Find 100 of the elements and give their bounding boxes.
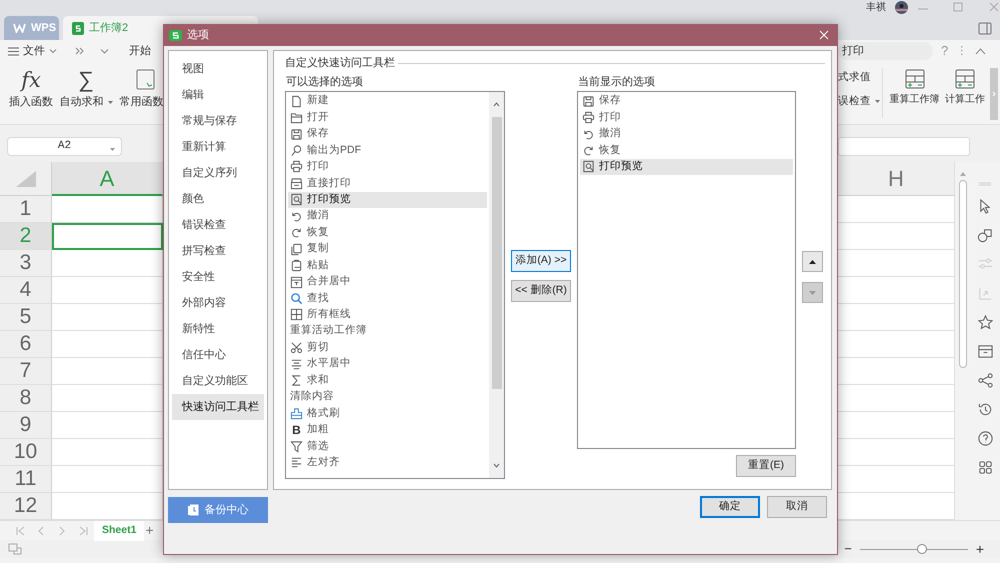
remove-button[interactable]: << 删除(R) xyxy=(511,280,571,302)
ribbon-button[interactable]: 重算工作簿 xyxy=(887,62,942,124)
grid-cell[interactable] xyxy=(52,277,163,304)
list-item[interactable]: 查找 xyxy=(288,290,487,307)
grid-cell[interactable] xyxy=(838,466,955,493)
row-header[interactable]: 3 xyxy=(0,250,52,277)
ribbon-tab[interactable]: 开始 xyxy=(129,42,151,60)
grid-cell[interactable] xyxy=(838,304,955,331)
scroll-thumb[interactable] xyxy=(492,116,502,388)
row-header[interactable]: 7 xyxy=(0,358,52,385)
column-header[interactable]: H xyxy=(838,162,955,196)
zoom-thumb[interactable] xyxy=(917,544,928,554)
list-item[interactable]: 恢复 xyxy=(580,142,793,159)
history-icon[interactable] xyxy=(976,401,994,418)
grid-cell[interactable] xyxy=(52,196,163,223)
move-up-button[interactable] xyxy=(802,251,823,272)
grid-cell[interactable] xyxy=(838,439,955,466)
cancel-button[interactable]: 取消 xyxy=(767,496,827,518)
list-item[interactable]: 粘贴 xyxy=(288,257,487,274)
nav-item[interactable]: 信任中心 xyxy=(172,342,264,368)
nav-item[interactable]: 安全性 xyxy=(172,264,264,290)
last-sheet-icon[interactable] xyxy=(79,526,88,536)
select-all-corner[interactable] xyxy=(16,170,36,186)
status-icon[interactable] xyxy=(8,542,22,555)
nav-item[interactable]: 自定义序列 xyxy=(172,160,264,186)
row-header[interactable]: 10 xyxy=(0,439,52,466)
reset-button[interactable]: 重置(E) xyxy=(736,455,796,477)
add-button[interactable]: 添加(A) >> xyxy=(511,250,571,272)
nav-item[interactable]: 常规与保存 xyxy=(172,108,264,134)
zoom-slider[interactable] xyxy=(860,543,968,555)
grid-cell[interactable] xyxy=(52,250,163,277)
active-cell[interactable] xyxy=(52,223,163,250)
list-item[interactable]: 清除内容 xyxy=(288,388,487,406)
row-header[interactable]: 11 xyxy=(0,466,52,493)
grid-cell[interactable] xyxy=(52,331,163,358)
ribbon-button[interactable]: 计算工作 xyxy=(942,62,988,124)
star-icon[interactable] xyxy=(976,314,994,331)
grid-cell[interactable] xyxy=(52,493,163,520)
search-field[interactable]: 打印 xyxy=(838,42,933,60)
previous-sheet-icon[interactable] xyxy=(37,526,46,536)
list-item[interactable]: 打开 xyxy=(288,109,487,126)
add-sheet-button[interactable]: + xyxy=(145,520,154,541)
panel-icon[interactable] xyxy=(978,22,992,35)
list-item[interactable]: 打印预览 xyxy=(288,192,487,208)
first-sheet-icon[interactable] xyxy=(16,526,25,536)
menu-icon[interactable] xyxy=(8,46,19,56)
shapes-icon[interactable] xyxy=(976,227,994,244)
avatar[interactable] xyxy=(894,0,909,14)
grid-cell[interactable] xyxy=(52,304,163,331)
grid-cell[interactable] xyxy=(52,412,163,439)
list-item[interactable]: 新建 xyxy=(288,93,487,110)
list-item[interactable]: 打印 xyxy=(580,109,793,126)
row-header[interactable]: 4 xyxy=(0,277,52,304)
name-box[interactable]: A2 xyxy=(7,136,122,156)
list-item[interactable]: 打印 xyxy=(288,158,487,176)
nav-item[interactable]: 编辑 xyxy=(172,82,264,108)
row-header[interactable]: 5 xyxy=(0,304,52,331)
maximize-icon[interactable] xyxy=(953,2,963,12)
grid-cell[interactable] xyxy=(838,250,955,277)
list-item[interactable]: 水平居中 xyxy=(288,356,487,372)
list-item[interactable]: 保存 xyxy=(580,93,793,110)
list-item[interactable]: 撤消 xyxy=(288,208,487,224)
archive-icon[interactable] xyxy=(976,343,994,360)
nav-item[interactable]: 错误检查 xyxy=(172,212,264,238)
zoom-out-button[interactable]: − xyxy=(844,539,852,559)
row-header[interactable]: 6 xyxy=(0,331,52,358)
grid-cell[interactable] xyxy=(838,223,955,250)
ribbon-button[interactable]: 误检查 xyxy=(838,94,878,110)
caret-icon[interactable] xyxy=(100,47,109,55)
available-list[interactable]: 新建 打开 保存 输出为PDF 打印 直接打印 打印预览 撤消 恢复 复制 粘贴 合并居中 查找 所有框线 重算活动工作簿 剪切 水平居中 求和 清除内容 格式刷 B 加粗 筛选 左对齐 xyxy=(285,91,505,479)
collapse-icon[interactable] xyxy=(975,48,986,54)
grid-cell[interactable] xyxy=(52,466,163,493)
list-item[interactable]: 保存 xyxy=(288,126,487,142)
scroll-thumb[interactable] xyxy=(958,180,966,368)
list-item[interactable]: 合并居中 xyxy=(288,274,487,290)
next-sheet-icon[interactable] xyxy=(58,526,67,536)
list-item[interactable]: 筛选 xyxy=(288,438,487,455)
grid-cell[interactable] xyxy=(838,358,955,385)
grid-cell[interactable] xyxy=(838,277,955,304)
list-item[interactable]: 撤消 xyxy=(580,126,793,142)
list-item[interactable]: 恢复 xyxy=(288,224,487,241)
transfer-icon[interactable] xyxy=(976,285,994,302)
ribbon-button[interactable]: 式求值 xyxy=(838,70,878,86)
list-item[interactable]: 复制 xyxy=(288,240,487,258)
ok-button[interactable]: 确定 xyxy=(700,496,760,518)
grid-cell[interactable] xyxy=(52,385,163,412)
list-item[interactable]: 所有框线 xyxy=(288,306,487,324)
grid-cell[interactable] xyxy=(838,493,955,520)
apps-icon[interactable] xyxy=(976,459,994,476)
caret-icon[interactable] xyxy=(49,48,57,54)
current-list[interactable]: 保存 打印 撤消 恢复 打印预览 xyxy=(577,91,796,449)
list-item[interactable]: 格式刷 xyxy=(288,405,487,422)
row-header[interactable]: 8 xyxy=(0,385,52,412)
nav-item[interactable]: 颜色 xyxy=(172,186,264,212)
file-menu[interactable]: 文件 xyxy=(23,42,45,60)
list-item[interactable]: 左对齐 xyxy=(288,454,487,472)
nav-item[interactable]: 快速访问工具栏 xyxy=(172,394,264,420)
nav-item[interactable]: 视图 xyxy=(172,56,264,82)
grid-cell[interactable] xyxy=(838,385,955,412)
help-icon[interactable] xyxy=(976,430,994,447)
